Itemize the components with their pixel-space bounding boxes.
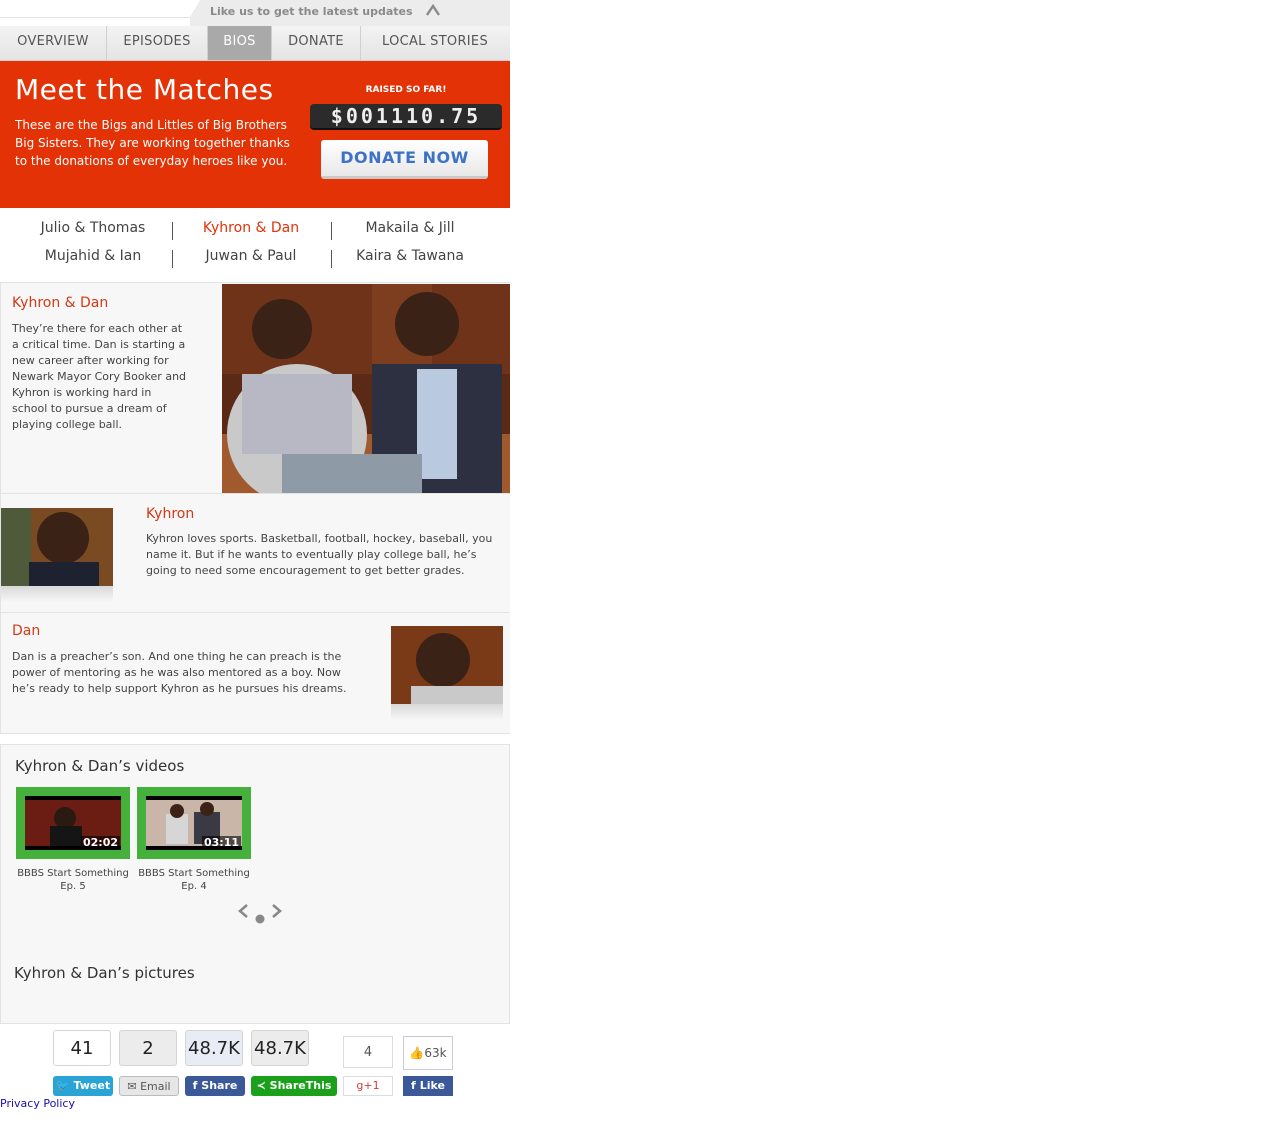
little-description: Kyhron loves sports. Basketball, footbal… [146, 532, 493, 577]
dot-icon[interactable] [255, 908, 265, 929]
tweet-count: 41 [53, 1030, 111, 1066]
email-label: Email [140, 1080, 171, 1093]
page-title: Meet the Matches [15, 73, 274, 106]
match-row: Mujahid & Ian Juwan & Paul Kaira & Tawan… [0, 244, 510, 272]
email-count: 2 [119, 1030, 177, 1066]
sharethis-label: ShareThis [269, 1079, 332, 1092]
videos-title: Kyhron & Dan’s videos [15, 757, 185, 775]
facebook-icon: f [192, 1079, 198, 1092]
video-thumbnail[interactable]: 02:02 [16, 787, 130, 859]
match-link-makaila-jill[interactable]: Makaila & Jill [331, 220, 489, 236]
little-profile: Kyhron Kyhron loves sports. Basketball, … [0, 493, 510, 613]
sharethis-button[interactable]: ≺ ShareThis [251, 1076, 337, 1096]
tab-donate[interactable]: DONATE [272, 26, 361, 60]
pair-description: They’re there for each other at a critic… [12, 322, 187, 431]
thumbs-up-icon: 👍 [409, 1046, 425, 1060]
match-row: Julio & Thomas Kyhron & Dan Makaila & Ji… [0, 216, 510, 244]
video-duration: 02:02 [80, 836, 120, 849]
match-link-juwan-paul[interactable]: Juwan & Paul [172, 248, 330, 264]
share-icon: ≺ [256, 1079, 266, 1092]
facebook-share-count: 48.7K [185, 1030, 243, 1066]
pictures-title: Kyhron & Dan’s pictures [14, 964, 195, 982]
pair-photo [222, 284, 510, 493]
google-plus-button[interactable]: g+1 [343, 1076, 393, 1096]
google-plus-label: +1 [363, 1079, 380, 1092]
chevron-right-icon[interactable] [271, 903, 283, 924]
video-thumbnail[interactable]: 03:11 [137, 787, 251, 859]
big-description: Dan is a preacher’s son. And one thing h… [12, 650, 347, 695]
tweet-button[interactable]: 🐦 Tweet [53, 1076, 113, 1096]
match-selector: Julio & Thomas Kyhron & Dan Makaila & Ji… [0, 216, 510, 272]
video-duration: 03:11 [201, 836, 241, 849]
main-nav: OVERVIEW EPISODES BIOS DONATE LOCAL STOR… [0, 26, 510, 61]
video-item[interactable]: 02:02 BBBS Start Something Ep. 5 [16, 787, 130, 893]
email-button[interactable]: ✉ Email [119, 1076, 179, 1096]
privacy-policy-link[interactable]: Privacy Policy [0, 1097, 75, 1110]
video-caption[interactable]: BBBS Start Something Ep. 4 [137, 867, 251, 893]
like-label: Like [419, 1079, 445, 1092]
envelope-icon: ✉ [127, 1080, 137, 1093]
little-photo [1, 508, 113, 586]
photo-reflection [391, 704, 503, 720]
chevron-left-icon[interactable] [237, 903, 249, 924]
donate-now-button[interactable]: DONATE NOW [321, 140, 488, 179]
google-plus-count: 4 [343, 1036, 393, 1068]
video-pager [237, 903, 287, 925]
like-count-value: 63k [424, 1046, 447, 1060]
hero-banner: Meet the Matches These are the Bigs and … [0, 61, 510, 208]
big-profile: Dan Dan is a preacher’s son. And one thi… [0, 612, 510, 734]
photo-reflection [1, 586, 113, 602]
facebook-share-button[interactable]: f Share [185, 1076, 245, 1096]
video-caption[interactable]: BBBS Start Something Ep. 5 [16, 867, 130, 893]
facebook-like-button[interactable]: f Like [403, 1076, 453, 1096]
pair-section: Kyhron & Dan They’re there for each othe… [0, 282, 510, 493]
tweet-label: Tweet [73, 1079, 111, 1092]
raised-counter: $001110.75 [310, 104, 502, 130]
big-photo [391, 626, 503, 704]
tab-local-stories[interactable]: LOCAL STORIES [361, 26, 509, 60]
tab-bios[interactable]: BIOS [208, 26, 272, 60]
share-bar: 41 🐦 Tweet 2 ✉ Email 48.7K f Share 48.7K… [0, 1028, 510, 1100]
tab-overview[interactable]: OVERVIEW [0, 26, 107, 60]
videos-section: Kyhron & Dan’s videos 02:02 BBBS Start S… [0, 744, 510, 954]
like-promo-text: Like us to get the latest updates [210, 5, 413, 18]
match-link-mujahid-ian[interactable]: Mujahid & Ian [14, 248, 172, 264]
tab-episodes[interactable]: EPISODES [107, 26, 208, 60]
raised-label: RAISED SO FAR! [365, 85, 447, 95]
sharethis-count: 48.7K [251, 1030, 309, 1066]
top-bar-left [0, 0, 200, 18]
facebook-like-count: 👍63k [403, 1036, 453, 1070]
facebook-icon: f [411, 1079, 416, 1092]
hero-description: These are the Bigs and Littles of Big Br… [15, 118, 290, 168]
caret-up-icon[interactable] [426, 3, 440, 20]
pair-title: Kyhron & Dan [12, 295, 109, 311]
twitter-icon: 🐦 [55, 1079, 70, 1092]
video-item[interactable]: 03:11 BBBS Start Something Ep. 4 [137, 787, 251, 893]
pictures-section: Kyhron & Dan’s pictures [0, 952, 510, 1024]
facebook-share-label: Share [201, 1079, 238, 1092]
match-link-julio-thomas[interactable]: Julio & Thomas [14, 220, 172, 236]
match-link-kyhron-dan[interactable]: Kyhron & Dan [172, 220, 330, 236]
little-name: Kyhron [146, 506, 195, 522]
top-bar: Like us to get the latest updates [0, 0, 510, 26]
match-link-kaira-tawana[interactable]: Kaira & Tawana [331, 248, 489, 264]
big-name: Dan [12, 623, 41, 639]
